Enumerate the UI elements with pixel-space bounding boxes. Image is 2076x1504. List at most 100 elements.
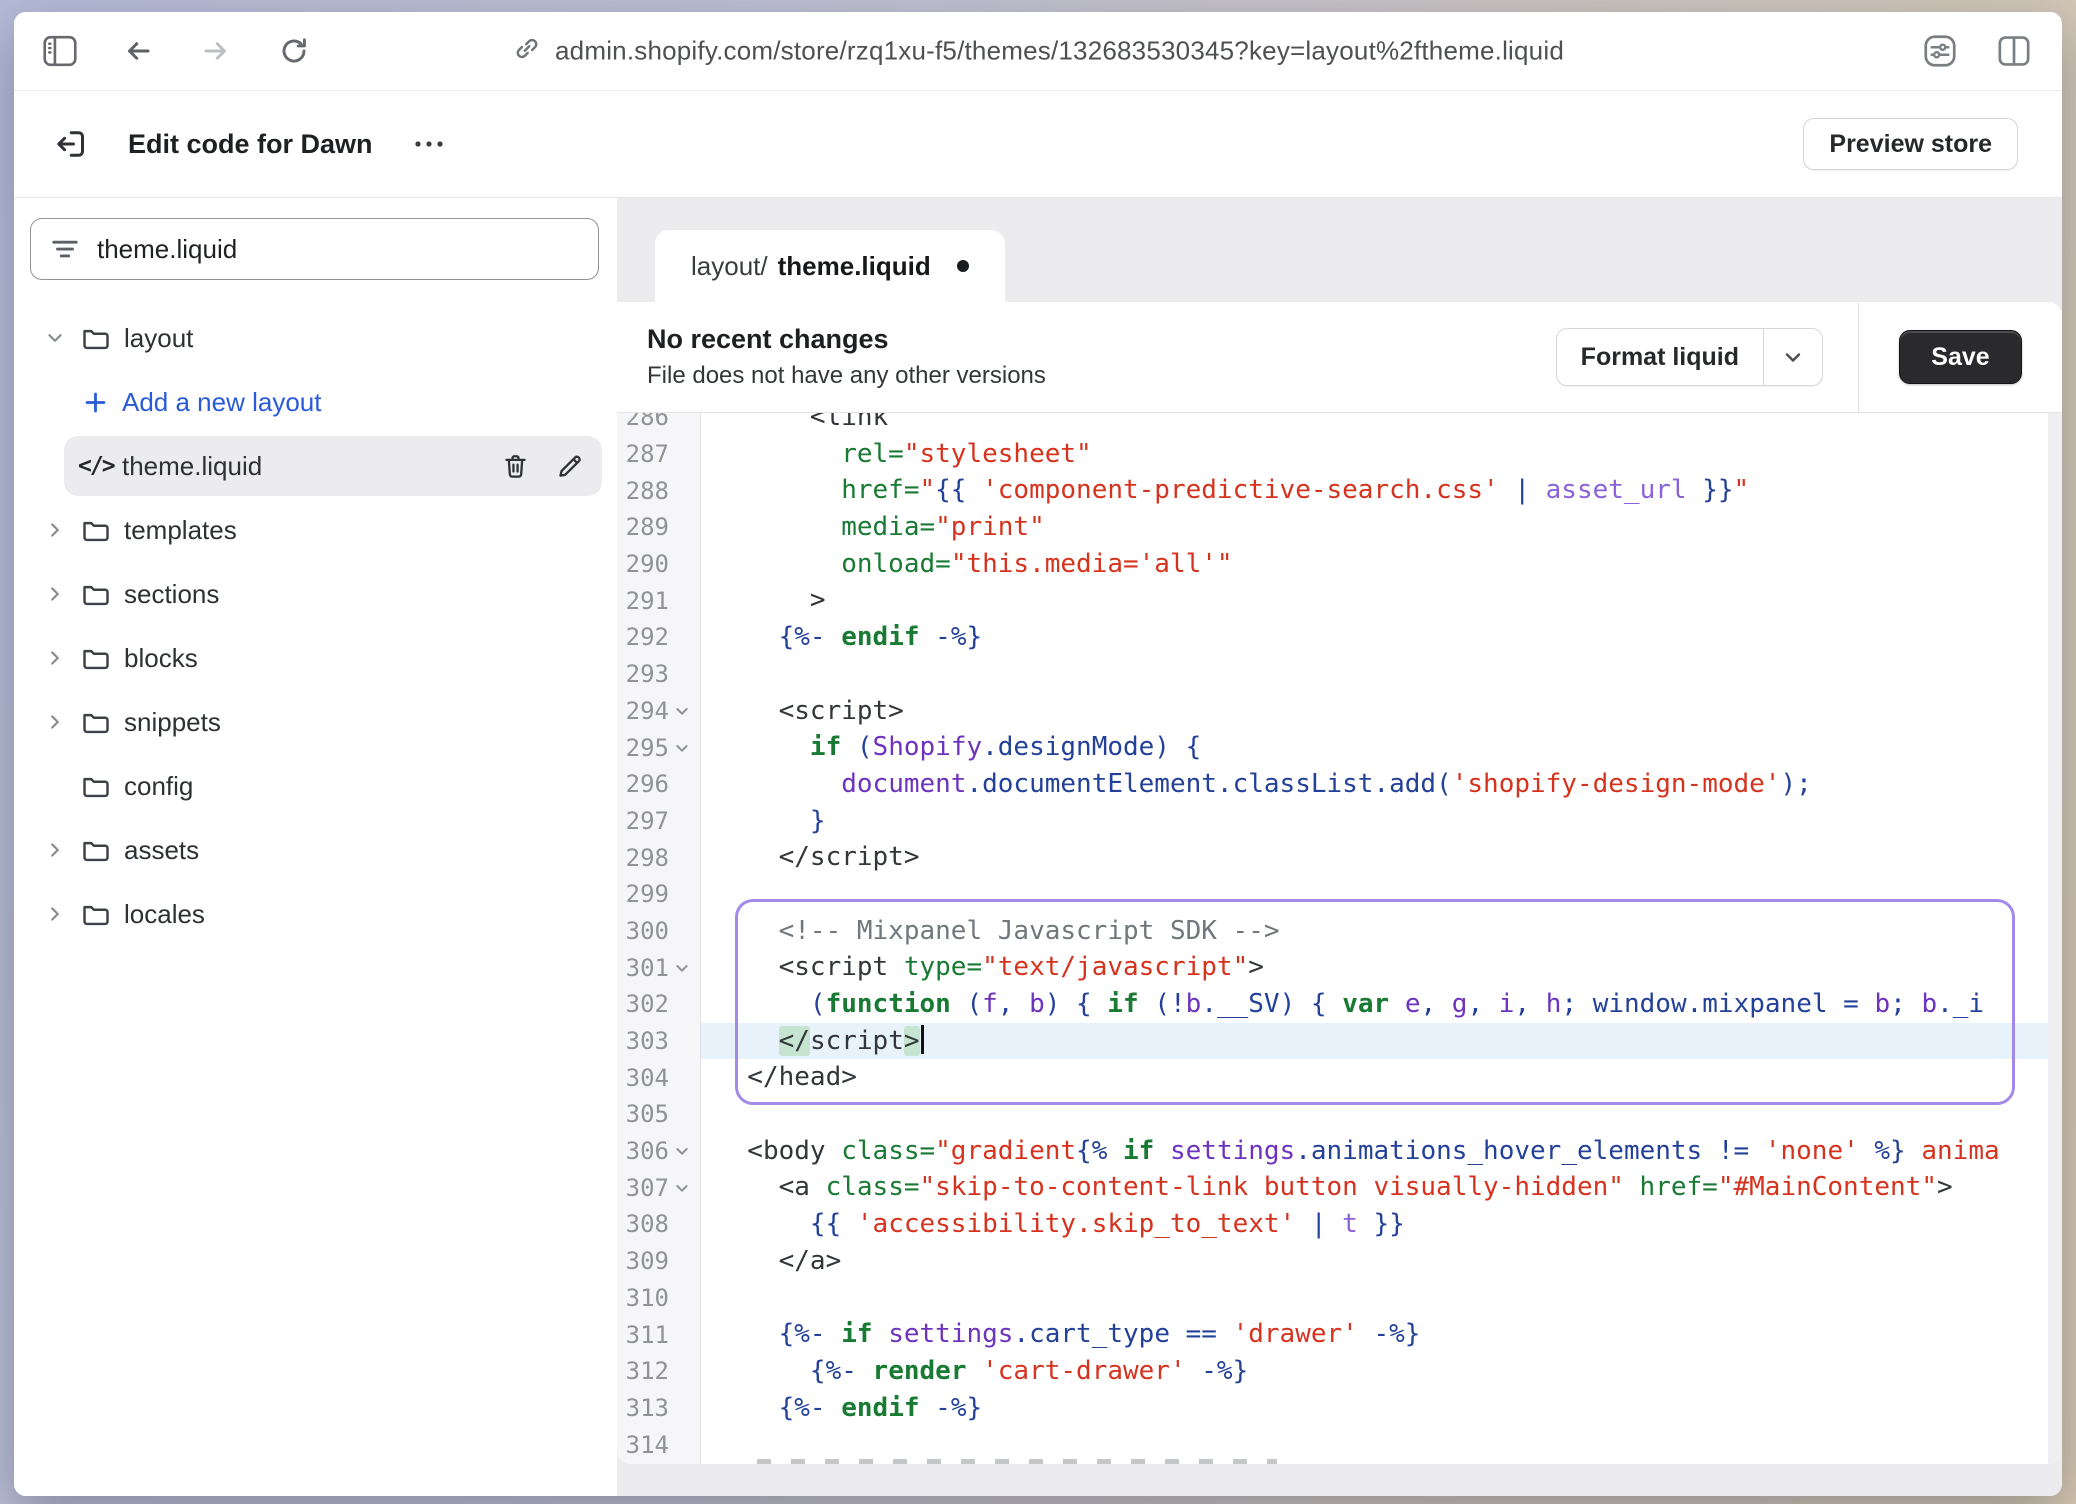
code-line[interactable]: 302 (function (f, b) { if (!b.__SV) { va… <box>617 986 2062 1023</box>
code-line-content[interactable]: (function (f, b) { if (!b.__SV) { var e,… <box>701 986 2062 1023</box>
code-line[interactable]: 289 media="print" <box>617 509 2062 546</box>
code-line[interactable]: 286 <link <box>617 413 2062 436</box>
code-line-content[interactable]: {%- endif -%} <box>701 619 2062 656</box>
code-line[interactable]: 300 <!-- Mixpanel Javascript SDK --> <box>617 913 2062 950</box>
chevron-right-icon[interactable] <box>44 903 80 925</box>
chevron-right-icon[interactable] <box>44 711 80 733</box>
code-line[interactable]: 314 <box>617 1426 2062 1463</box>
chevron-right-icon[interactable] <box>44 583 80 605</box>
exit-editor-button[interactable] <box>54 126 90 162</box>
code-line-content[interactable]: {%- if settings.cart_type == 'drawer' -%… <box>701 1316 2062 1353</box>
sidebar-item-locales[interactable]: locales <box>14 882 617 946</box>
code-line-content[interactable]: > <box>701 582 2062 619</box>
code-line[interactable]: 312 {%- render 'cart-drawer' -%} <box>617 1353 2062 1390</box>
code-line[interactable]: 303 </script> <box>617 1023 2062 1060</box>
chevron-down-icon[interactable] <box>1764 329 1822 385</box>
sidebar-item-add-a-new-layout[interactable]: Add a new layout <box>14 370 617 434</box>
line-number: 305 <box>617 1096 701 1133</box>
code-line-content[interactable]: <a class="skip-to-content-link button vi… <box>701 1169 2062 1206</box>
reload-icon[interactable] <box>276 33 312 69</box>
overflow-menu-button[interactable] <box>411 126 447 162</box>
code-line-content[interactable] <box>701 1426 2062 1463</box>
code-line[interactable]: 304 </head> <box>617 1059 2062 1096</box>
fold-toggle-icon[interactable] <box>671 703 693 719</box>
save-button[interactable]: Save <box>1899 330 2021 384</box>
chevron-right-icon[interactable] <box>44 647 80 669</box>
code-line[interactable]: 307 <a class="skip-to-content-link butto… <box>617 1169 2062 1206</box>
code-line[interactable]: 311 {%- if settings.cart_type == 'drawer… <box>617 1316 2062 1353</box>
fold-toggle-icon[interactable] <box>671 1143 693 1159</box>
code-line-content[interactable]: onload="this.media='all'" <box>701 546 2062 583</box>
sidebar-item-templates[interactable]: templates <box>14 498 617 562</box>
code-line-content[interactable]: {%- endif -%} <box>701 1390 2062 1427</box>
code-line-content[interactable]: </a> <box>701 1243 2062 1280</box>
preview-store-button[interactable]: Preview store <box>1803 118 2018 170</box>
sidebar-item-blocks[interactable]: blocks <box>14 626 617 690</box>
url-bar[interactable]: admin.shopify.com/store/rzq1xu-f5/themes… <box>512 34 1564 69</box>
code-line[interactable]: 308 {{ 'accessibility.skip_to_text' | t … <box>617 1206 2062 1243</box>
code-line[interactable]: 298 </script> <box>617 839 2062 876</box>
code-line-content[interactable] <box>701 1096 2062 1133</box>
sidebar-item-layout[interactable]: layout <box>14 306 617 370</box>
code-line[interactable]: 301 <script type="text/javascript"> <box>617 949 2062 986</box>
sidebar-toggle-icon[interactable] <box>42 33 78 69</box>
code-line[interactable]: 292 {%- endif -%} <box>617 619 2062 656</box>
delete-file-button[interactable] <box>500 451 530 481</box>
code-line-content[interactable]: </script> <box>701 839 2062 876</box>
code-line-content[interactable] <box>701 876 2062 913</box>
sidebar-item-config[interactable]: config <box>14 754 617 818</box>
file-search-input[interactable] <box>30 218 599 280</box>
code-line-content[interactable]: <!-- Mixpanel Javascript SDK --> <box>701 913 2062 950</box>
sidebar-item-snippets[interactable]: snippets <box>14 690 617 754</box>
page-settings-icon[interactable] <box>1922 33 1958 69</box>
rename-file-button[interactable] <box>554 451 584 481</box>
code-line-content[interactable] <box>701 1280 2062 1317</box>
code-line-content[interactable]: rel="stylesheet" <box>701 436 2062 473</box>
code-line-content[interactable]: {{ 'accessibility.skip_to_text' | t }} <box>701 1206 2062 1243</box>
code-line-content[interactable]: <script type="text/javascript"> <box>701 949 2062 986</box>
code-line-content[interactable]: document.documentElement.classList.add('… <box>701 766 2062 803</box>
fold-toggle-icon[interactable] <box>671 1180 693 1196</box>
code-line-content[interactable] <box>701 656 2062 693</box>
sidebar-item-assets[interactable]: assets <box>14 818 617 882</box>
code-line[interactable]: 291 > <box>617 582 2062 619</box>
scrollbar-track[interactable] <box>2048 413 2062 1464</box>
panel-header: No recent changes File does not have any… <box>617 302 2062 413</box>
format-liquid-button[interactable]: Format liquid <box>1556 328 1823 386</box>
code-line[interactable]: 287 rel="stylesheet" <box>617 436 2062 473</box>
code-line-content[interactable]: {%- render 'cart-drawer' -%} <box>701 1353 2062 1390</box>
code-line-content[interactable]: media="print" <box>701 509 2062 546</box>
code-line[interactable]: 310 <box>617 1280 2062 1317</box>
code-line[interactable]: 294 <script> <box>617 693 2062 730</box>
code-line[interactable]: 309 </a> <box>617 1243 2062 1280</box>
code-line[interactable]: 296 document.documentElement.classList.a… <box>617 766 2062 803</box>
code-line[interactable]: 290 onload="this.media='all'" <box>617 546 2062 583</box>
chevron-down-icon[interactable] <box>44 327 80 349</box>
tab-theme-liquid[interactable]: layout/theme.liquid <box>655 230 1005 302</box>
code-line-content[interactable]: <script> <box>701 693 2062 730</box>
code-line[interactable]: 305 <box>617 1096 2062 1133</box>
code-line-content[interactable]: <link <box>701 413 2062 436</box>
code-line-content[interactable]: <body class="gradient{% if settings.anim… <box>701 1133 2062 1170</box>
code-line-content[interactable]: if (Shopify.designMode) { <box>701 729 2062 766</box>
back-icon[interactable] <box>120 33 156 69</box>
code-line-content[interactable]: } <box>701 803 2062 840</box>
split-view-icon[interactable] <box>1996 33 2032 69</box>
code-line-content[interactable]: </script> <box>701 1023 2062 1060</box>
code-line[interactable]: 297 } <box>617 803 2062 840</box>
code-line-content[interactable]: href="{{ 'component-predictive-search.cs… <box>701 472 2062 509</box>
sidebar-item-sections[interactable]: sections <box>14 562 617 626</box>
code-line[interactable]: 293 <box>617 656 2062 693</box>
fold-toggle-icon[interactable] <box>671 960 693 976</box>
code-line[interactable]: 313 {%- endif -%} <box>617 1390 2062 1427</box>
code-line-content[interactable]: </head> <box>701 1059 2062 1096</box>
forward-icon[interactable] <box>198 33 234 69</box>
sidebar-item-theme-liquid[interactable]: </>theme.liquid <box>64 436 602 496</box>
chevron-right-icon[interactable] <box>44 839 80 861</box>
chevron-right-icon[interactable] <box>44 519 80 541</box>
code-line[interactable]: 306 <body class="gradient{% if settings.… <box>617 1133 2062 1170</box>
code-line[interactable]: 299 <box>617 876 2062 913</box>
code-line[interactable]: 288 href="{{ 'component-predictive-searc… <box>617 472 2062 509</box>
fold-toggle-icon[interactable] <box>671 740 693 756</box>
code-line[interactable]: 295 if (Shopify.designMode) { <box>617 729 2062 766</box>
